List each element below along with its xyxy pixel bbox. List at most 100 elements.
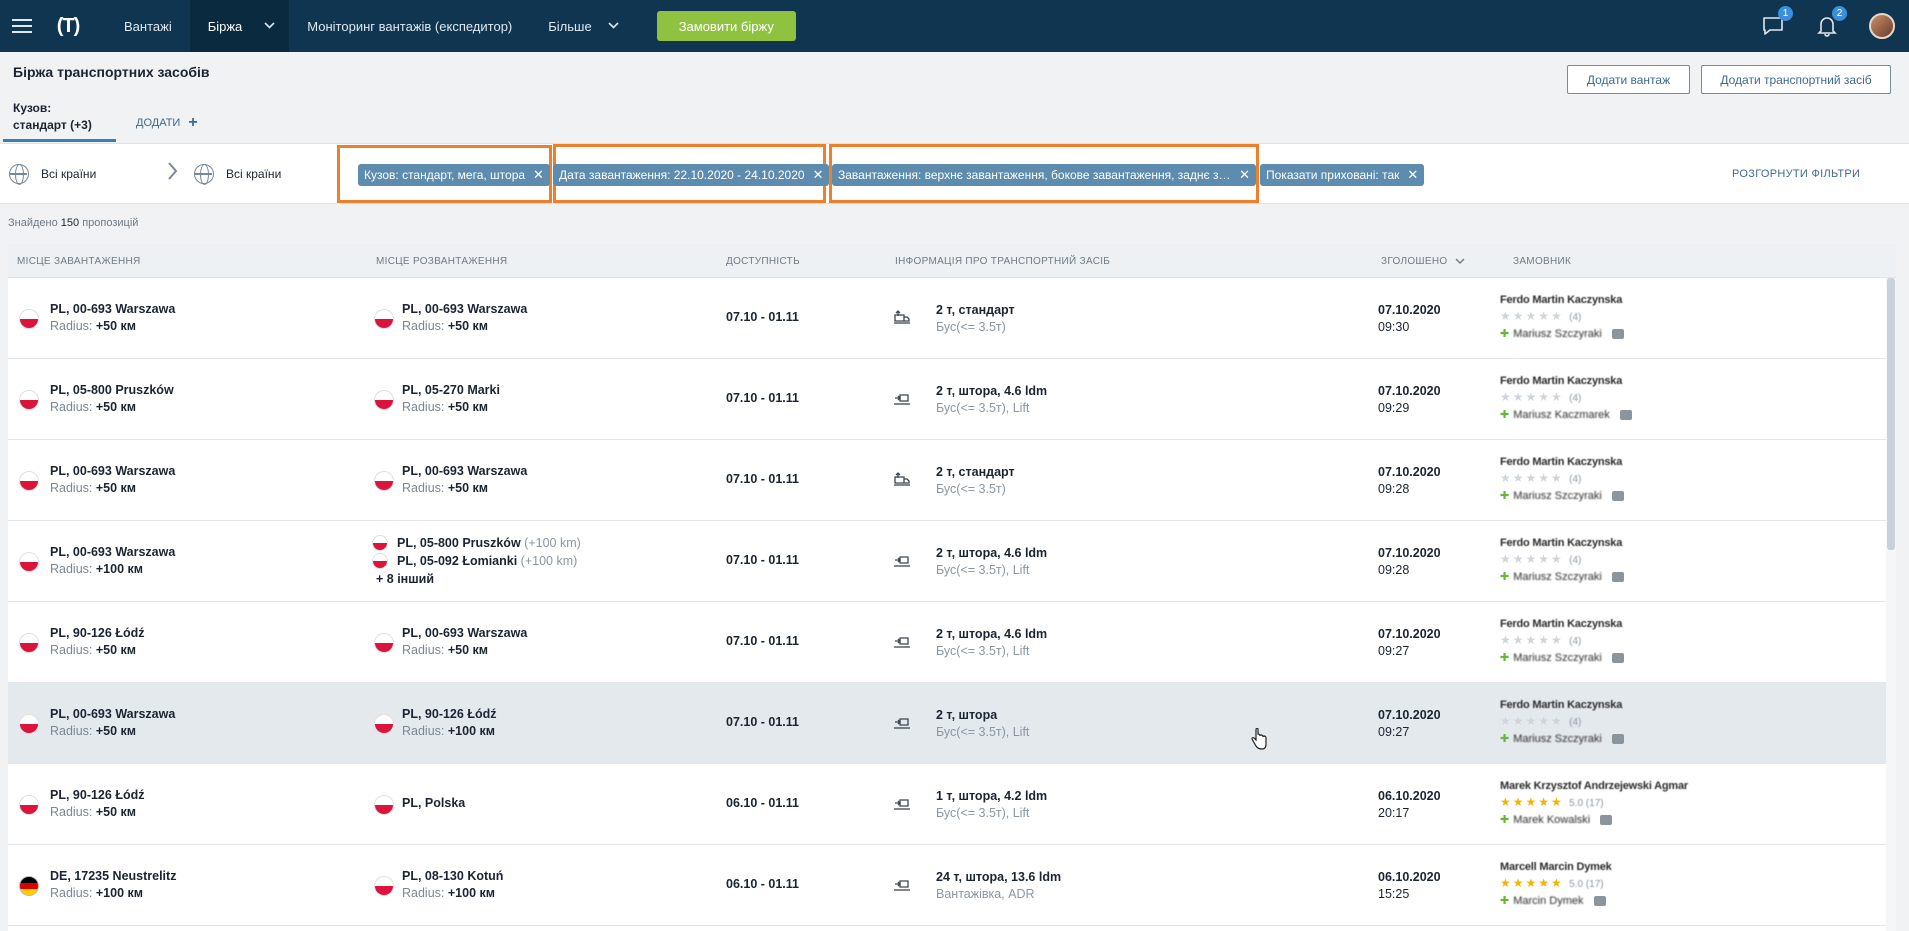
customer-info[interactable]: Ferdo Martin Kaczynska ★★★★★ (4) ✚ Mariusz … bbox=[1500, 697, 1726, 747]
nav-item-monitoring[interactable]: Моніторинг вантажів (експедитор) bbox=[289, 0, 530, 52]
customer-contact[interactable]: ✚ Mariusz Szczyraki bbox=[1500, 569, 1726, 585]
flag-pl-icon bbox=[374, 714, 394, 734]
scrollbar[interactable] bbox=[1886, 278, 1896, 931]
load-place: PL, 90-126 Łódź Radius: +50 км bbox=[50, 787, 144, 821]
filter-chip-body[interactable]: Кузов: стандарт, мега, штора ✕ bbox=[358, 164, 550, 186]
add-cargo-button[interactable]: Додати вантаж bbox=[1567, 65, 1690, 94]
reported-date: 07.10.2020 09:28 bbox=[1378, 464, 1441, 498]
header-availability[interactable]: Доступність bbox=[726, 256, 800, 267]
message-icon[interactable] bbox=[1611, 572, 1624, 582]
table-row[interactable]: PL, 90-126 Łódź Radius: +50 км PL, 00-693 … bbox=[8, 602, 1896, 683]
contact-name[interactable]: Mariusz Szczyraki bbox=[1513, 326, 1602, 342]
scrollbar-thumb[interactable] bbox=[1887, 278, 1895, 550]
sort-chevron-icon bbox=[1455, 258, 1465, 264]
customer-info[interactable]: Ferdo Martin Kaczynska ★★★★★ (4) ✚ Mariusz … bbox=[1500, 454, 1726, 504]
contact-name[interactable]: Mariusz Szczyraki bbox=[1513, 488, 1602, 504]
results-count: Знайдено 150 пропозицій bbox=[8, 217, 138, 229]
customer-name[interactable]: Ferdo Martin Kaczynska bbox=[1500, 535, 1726, 551]
contact-name[interactable]: Mariusz Szczyraki bbox=[1513, 569, 1602, 585]
customer-info[interactable]: Ferdo Martin Kaczynska ★★★★★ (4) ✚ Mariusz … bbox=[1500, 616, 1726, 666]
order-exchange-button[interactable]: Замовити біржу bbox=[656, 11, 796, 41]
table-row[interactable]: DE, 17235 Neustrelitz Radius: +100 км PL, … bbox=[8, 845, 1896, 926]
customer-info[interactable]: Ferdo Martin Kaczynska ★★★★★ (4) ✚ Mariusz … bbox=[1500, 535, 1726, 585]
table-row[interactable]: PL, 00-693 Warszawa Radius: +100 км PL, 05… bbox=[8, 521, 1896, 602]
filter-chip-loading[interactable]: Завантаження: верхнє завантаження, боков… bbox=[832, 164, 1256, 186]
table-row[interactable]: PL, 90-126 Łódź Radius: +50 км PL, Polska 0… bbox=[8, 764, 1896, 845]
customer-contact[interactable]: ✚ Mariusz Kaczmarek bbox=[1500, 407, 1726, 423]
to-country-selector[interactable]: Всі країни bbox=[194, 164, 281, 185]
filter-chip-hidden[interactable]: Показати приховані: так ✕ bbox=[1260, 164, 1425, 186]
table-row[interactable]: PL, 00-693 Warszawa Radius: +50 км PL, 00-… bbox=[8, 278, 1896, 359]
customer-info[interactable]: Ferdo Martin Kaczynska ★★★★★ (4) ✚ Mariusz … bbox=[1500, 292, 1726, 342]
header-load-place[interactable]: Місце завантаження bbox=[17, 256, 141, 267]
load-place: PL, 05-800 Pruszków Radius: +50 км bbox=[50, 382, 174, 416]
customer-contact[interactable]: ✚ Mariusz Szczyraki bbox=[1500, 488, 1726, 504]
header-reported[interactable]: Зголошено bbox=[1381, 256, 1465, 267]
table-row[interactable]: PL, 00-693 Warszawa Radius: +50 км PL, 00-… bbox=[8, 440, 1896, 521]
message-icon[interactable] bbox=[1593, 896, 1606, 906]
saved-filter-tab[interactable]: Кузов: стандарт (+3) bbox=[3, 100, 116, 142]
close-icon[interactable]: ✕ bbox=[813, 167, 824, 183]
message-icon[interactable] bbox=[1611, 329, 1624, 339]
customer-contact[interactable]: ✚ Marcin Dymek bbox=[1500, 893, 1726, 909]
customer-name[interactable]: Ferdo Martin Kaczynska bbox=[1500, 373, 1726, 389]
radius-label: Radius: bbox=[50, 643, 93, 657]
message-icon[interactable] bbox=[1611, 491, 1624, 501]
filter-chip-date[interactable]: Дата завантаження: 22.10.2020 - 24.10.20… bbox=[553, 164, 830, 186]
add-vehicle-button[interactable]: Додати транспортний засіб bbox=[1701, 65, 1891, 94]
message-icon[interactable] bbox=[1600, 815, 1613, 825]
vehicle-main: 2 т, штора, 4.6 ldm bbox=[936, 384, 1048, 398]
contact-name[interactable]: Mariusz Kaczmarek bbox=[1513, 407, 1610, 423]
customer-name[interactable]: Marcell Marcin Dymek bbox=[1500, 859, 1726, 875]
customer-contact[interactable]: ✚ Mariusz Szczyraki bbox=[1500, 326, 1726, 342]
customer-name[interactable]: Ferdo Martin Kaczynska bbox=[1500, 454, 1726, 470]
header-unload-place[interactable]: Місце розвантаження bbox=[376, 256, 507, 267]
message-icon[interactable] bbox=[1619, 410, 1632, 420]
customer-name[interactable]: Ferdo Martin Kaczynska bbox=[1500, 292, 1726, 308]
nav-item-exchange[interactable]: Біржа bbox=[189, 0, 290, 52]
plus-icon: + bbox=[188, 114, 198, 131]
customer-contact[interactable]: ✚ Mariusz Szczyraki bbox=[1500, 650, 1726, 666]
menu-icon[interactable] bbox=[0, 0, 44, 52]
logo[interactable]: (T) bbox=[44, 0, 92, 52]
customer-name[interactable]: Marek Krzysztof Andrzejewski Agmar bbox=[1500, 778, 1726, 794]
vehicle-sub: Бус(<= 3.5т), Lift bbox=[936, 401, 1030, 415]
customer-contact[interactable]: ✚ Marek Kowalski bbox=[1500, 812, 1726, 828]
customer-info[interactable]: Marek Krzysztof Andrzejewski Agmar ★★★★★ … bbox=[1500, 778, 1726, 828]
chat-icon[interactable]: 1 bbox=[1761, 6, 1793, 38]
message-icon[interactable] bbox=[1611, 653, 1624, 663]
customer-info[interactable]: Marcell Marcin Dymek ★★★★★ 5.0 (17) ✚ Marci… bbox=[1500, 859, 1726, 909]
vehicle-info: 24 т, штора, 13.6 ldm Вантажівка, ADR bbox=[936, 869, 1061, 903]
message-icon[interactable] bbox=[1611, 734, 1624, 744]
vehicle-info: 2 т, штора, 4.6 ldm Бус(<= 3.5т), Lift bbox=[936, 383, 1047, 417]
from-country-selector[interactable]: Всі країни bbox=[9, 164, 96, 185]
header-customer[interactable]: Замовник bbox=[1513, 256, 1571, 267]
radius-value: +50 км bbox=[447, 643, 489, 657]
radius-value: +50 км bbox=[95, 400, 137, 414]
unload-more-link[interactable]: + 8 інший bbox=[376, 571, 434, 588]
radius-value: +50 км bbox=[447, 400, 489, 414]
contact-name[interactable]: Mariusz Szczyraki bbox=[1513, 650, 1602, 666]
contact-name[interactable]: Mariusz Szczyraki bbox=[1513, 731, 1602, 747]
table-row[interactable]: PL, 05-800 Pruszków Radius: +50 км PL, 05-… bbox=[8, 359, 1896, 440]
customer-name[interactable]: Ferdo Martin Kaczynska bbox=[1500, 616, 1726, 632]
table-row[interactable]: PL, 00-693 Warszawa Radius: +50 км PL, 90-… bbox=[8, 683, 1896, 764]
filter-chip-label: Кузов: стандарт, мега, штора bbox=[364, 168, 526, 182]
nav-item-more[interactable]: Більше bbox=[530, 0, 636, 52]
unload-radius: Radius: +50 км bbox=[402, 399, 500, 416]
expand-filters-button[interactable]: РОЗГОРНУТИ ФІЛЬТРИ bbox=[1732, 168, 1860, 180]
close-icon[interactable]: ✕ bbox=[1239, 167, 1250, 183]
header-vehicle-info[interactable]: Інформація про транспортний засіб bbox=[895, 256, 1110, 267]
bell-icon[interactable]: 2 bbox=[1815, 6, 1847, 38]
user-avatar[interactable] bbox=[1869, 13, 1895, 39]
contact-name[interactable]: Marek Kowalski bbox=[1513, 812, 1590, 828]
nav-item-cargo[interactable]: Вантажі bbox=[106, 0, 190, 52]
add-filter-button[interactable]: ДОДАТИ + bbox=[136, 114, 198, 132]
contact-name[interactable]: Marcin Dymek bbox=[1513, 893, 1583, 909]
customer-contact[interactable]: ✚ Mariusz Szczyraki bbox=[1500, 731, 1726, 747]
customer-info[interactable]: Ferdo Martin Kaczynska ★★★★★ (4) ✚ Mariusz … bbox=[1500, 373, 1726, 423]
customer-name[interactable]: Ferdo Martin Kaczynska bbox=[1500, 697, 1726, 713]
close-icon[interactable]: ✕ bbox=[1407, 167, 1418, 183]
load-radius: Radius: +100 км bbox=[50, 561, 175, 578]
close-icon[interactable]: ✕ bbox=[533, 167, 544, 183]
